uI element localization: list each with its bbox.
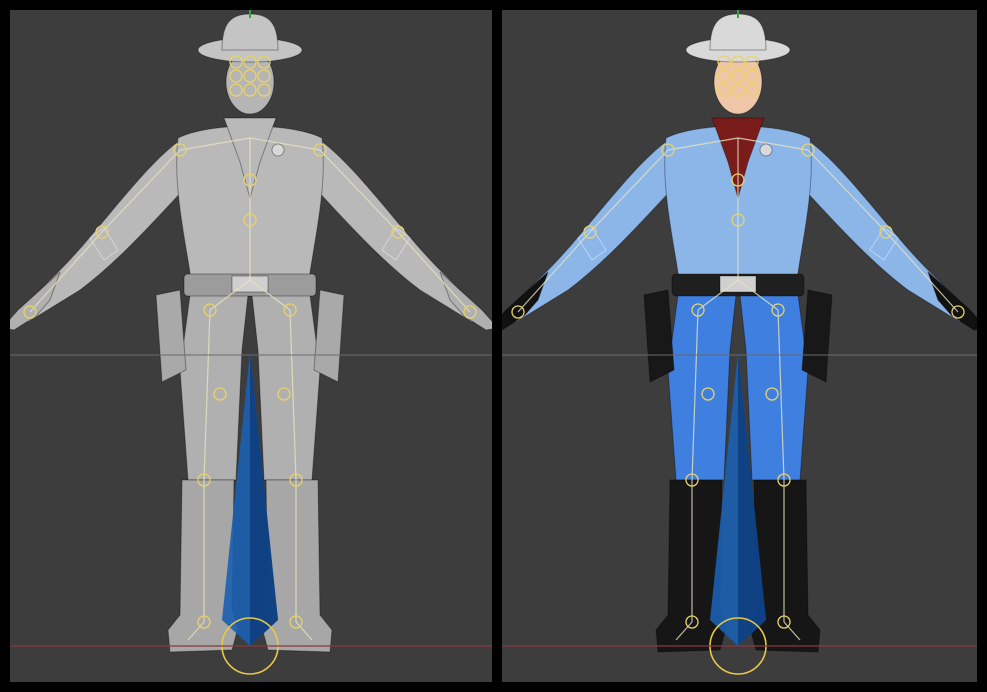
left-leg [667, 294, 737, 481]
left-boot [167, 479, 239, 653]
sheriff-badge [759, 143, 773, 157]
left-holster [643, 289, 675, 383]
viewport-right[interactable] [502, 10, 977, 682]
character-model [502, 13, 977, 675]
right-boot [749, 479, 821, 653]
hat-crown [709, 13, 767, 51]
right-holster [801, 289, 833, 383]
viewport-right-canvas[interactable] [502, 10, 977, 682]
left-boot [655, 479, 727, 653]
left-holster [155, 289, 187, 383]
right-leg [251, 294, 321, 481]
character-model [10, 13, 492, 675]
right-boot [261, 479, 333, 653]
right-leg [739, 294, 809, 481]
hat-crown [221, 13, 279, 51]
viewport-left[interactable] [10, 10, 492, 682]
viewport-left-canvas[interactable] [10, 10, 492, 682]
sheriff-badge [271, 143, 285, 157]
right-holster [313, 289, 345, 383]
left-leg [179, 294, 249, 481]
